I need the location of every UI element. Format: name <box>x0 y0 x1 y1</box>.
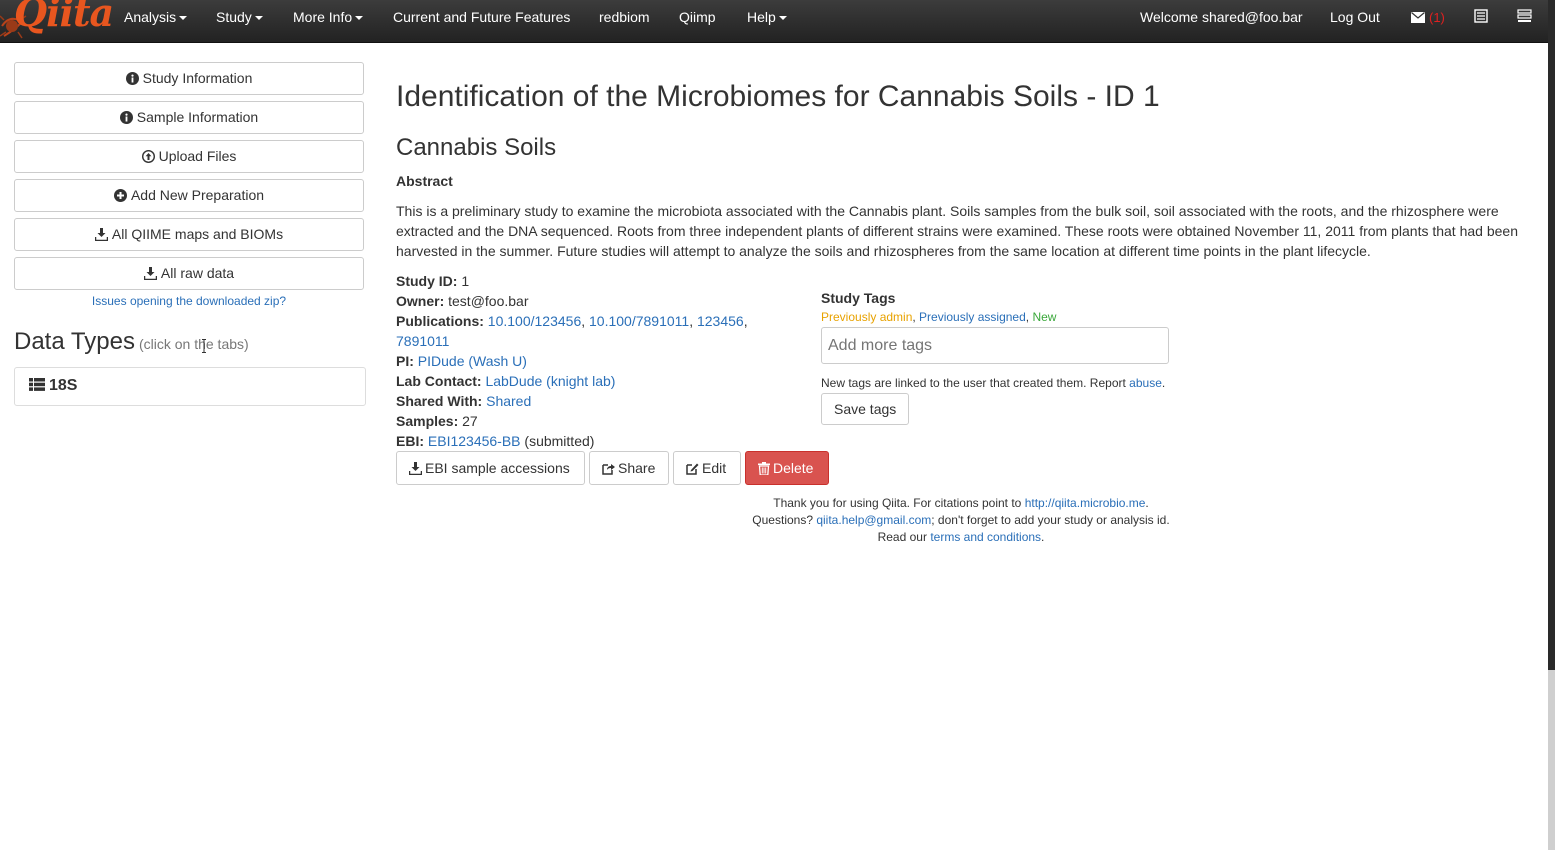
issues-zip-link[interactable]: Issues opening the downloaded zip? <box>14 294 364 308</box>
publications-row: Publications: 10.100/123456, 10.100/7891… <box>396 313 748 349</box>
abstract-label: Abstract <box>396 173 453 189</box>
logout-link[interactable]: Log Out <box>1330 0 1380 34</box>
lab-contact-link[interactable]: LabDude (knight lab) <box>485 373 615 389</box>
caret-down-icon <box>355 16 364 21</box>
welcome-user-link[interactable]: Welcome shared@foo.bar <box>1140 0 1303 34</box>
info-circle-icon <box>125 65 139 96</box>
messages-button[interactable]: (1) <box>1411 0 1445 34</box>
owner-row: Owner: test@foo.bar <box>396 293 529 309</box>
terms-link[interactable]: terms and conditions <box>930 530 1041 544</box>
th-list-icon <box>29 378 45 391</box>
edit-button[interactable]: Edit <box>673 451 741 485</box>
nav-redbiom[interactable]: redbiom <box>599 0 650 34</box>
nav-help[interactable]: Help <box>747 0 787 34</box>
nav-more-info[interactable]: More Info <box>293 0 364 34</box>
study-information-button[interactable]: Study Information <box>14 62 364 95</box>
share-button[interactable]: Share <box>589 451 669 485</box>
data-type-tab-18s[interactable]: 18S <box>29 377 77 395</box>
study-tags-heading: Study Tags <box>821 290 896 306</box>
legend-assigned: Previously assigned <box>919 310 1026 324</box>
text-cursor-icon <box>202 339 206 353</box>
window-edge <box>1548 0 1555 850</box>
nav-analysis[interactable]: Analysis <box>124 0 188 34</box>
add-tags-input[interactable] <box>821 327 1169 364</box>
nav-qiimp[interactable]: Qiimp <box>679 0 716 34</box>
abstract-text: This is a preliminary study to examine t… <box>396 203 1518 259</box>
upload-files-button[interactable]: Upload Files <box>14 140 364 173</box>
footer-questions: Questions? qiita.help@gmail.com; don't f… <box>752 513 1170 527</box>
legend-admin: Previously admin <box>821 310 913 324</box>
qiita-logo[interactable]: Qiita <box>0 0 114 42</box>
top-navbar: Qiita Analysis Study More Info Current a… <box>0 0 1548 43</box>
add-new-preparation-button[interactable]: Add New Preparation <box>14 179 364 212</box>
study-info: Study ID: 1 Owner: test@foo.bar Publicat… <box>396 271 766 451</box>
data-types-hint: (click on the tabs) <box>138 336 249 352</box>
qiita-url-link[interactable]: http://qiita.microbio.me <box>1025 496 1146 510</box>
publication-link[interactable]: 123456 <box>697 313 744 329</box>
shared-with-row: Shared With: Shared <box>396 393 532 409</box>
delete-button[interactable]: Delete <box>745 451 829 485</box>
footer: Thank you for using Qiita. For citations… <box>396 495 1526 546</box>
download-qiime-maps-button[interactable]: All QIIME maps and BIOMs <box>14 218 364 251</box>
sample-information-button[interactable]: Sample Information <box>14 101 364 134</box>
ebi-row: EBI: EBI123456-BB (submitted) <box>396 433 595 449</box>
publication-link[interactable]: 10.100/123456 <box>488 313 581 329</box>
study-title: Identification of the Microbiomes for Ca… <box>396 80 1160 113</box>
nav-study[interactable]: Study <box>216 0 263 34</box>
shared-with-link[interactable]: Shared <box>486 393 531 409</box>
upload-circle-icon <box>141 143 155 174</box>
menu-icon[interactable] <box>1517 9 1533 25</box>
publication-link[interactable]: 7891011 <box>396 333 449 349</box>
footer-terms: Read our terms and conditions. <box>877 530 1045 544</box>
help-email-link[interactable]: qiita.help@gmail.com <box>816 513 931 527</box>
tags-note: New tags are linked to the user that cre… <box>821 376 1166 390</box>
trash-icon <box>758 454 770 486</box>
pi-link[interactable]: PIDude (Wash U) <box>418 353 527 369</box>
samples-row: Samples: 27 <box>396 413 478 429</box>
envelope-icon <box>1411 12 1425 23</box>
tags-legend: Previously admin, Previously assigned, N… <box>821 310 1057 324</box>
study-alias: Cannabis Soils <box>396 134 557 161</box>
download-icon <box>408 454 423 486</box>
info-circle-icon <box>119 104 133 135</box>
data-types-heading: Data Types (click on the tabs) <box>14 328 249 355</box>
edit-icon <box>686 454 699 486</box>
download-icon <box>143 260 158 291</box>
publication-link[interactable]: 10.100/7891011 <box>589 313 689 329</box>
data-types-panel: 18S <box>14 367 366 406</box>
logo-text: Qiita <box>14 0 114 35</box>
study-tags-section: Study Tags Previously admin, Previously … <box>821 290 1181 425</box>
ebi-sample-accessions-button[interactable]: EBI sample accessions <box>396 451 585 485</box>
message-count-badge: (1) <box>1429 10 1445 25</box>
caret-down-icon <box>254 16 263 21</box>
pi-row: PI: PIDude (Wash U) <box>396 353 527 369</box>
share-icon <box>602 454 615 486</box>
save-tags-button[interactable]: Save tags <box>821 393 910 425</box>
study-id-row: Study ID: 1 <box>396 273 470 289</box>
plus-circle-icon <box>113 182 127 213</box>
ebi-accession-link[interactable]: EBI123456-BB <box>428 433 521 449</box>
footer-citation: Thank you for using Qiita. For citations… <box>773 496 1149 510</box>
caret-down-icon <box>778 16 787 21</box>
list-icon[interactable] <box>1474 9 1490 25</box>
caret-down-icon <box>179 16 188 21</box>
report-abuse-link[interactable]: abuse <box>1129 376 1162 390</box>
download-raw-data-button[interactable]: All raw data <box>14 257 364 290</box>
download-icon <box>94 221 109 252</box>
nav-current-future-features[interactable]: Current and Future Features <box>393 0 570 34</box>
lab-contact-row: Lab Contact: LabDude (knight lab) <box>396 373 616 389</box>
legend-new: New <box>1032 310 1057 324</box>
